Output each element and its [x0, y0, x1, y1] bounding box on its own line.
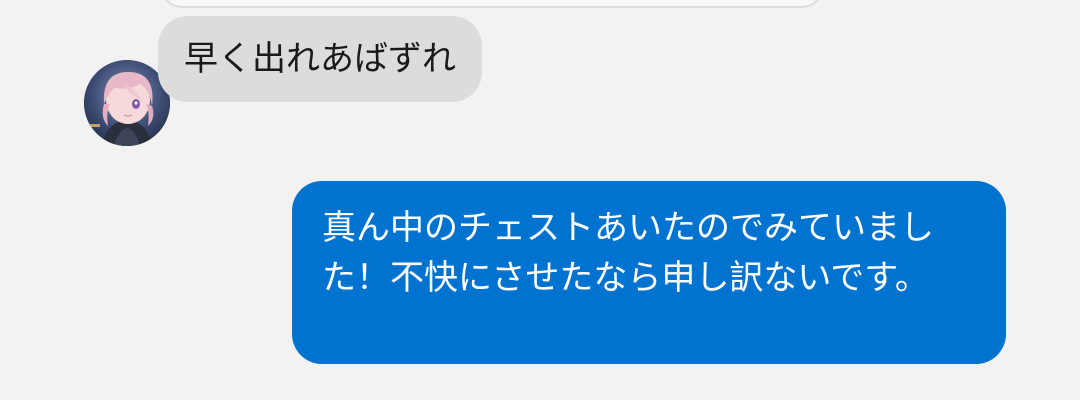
previous-message-bubble[interactable]	[160, 0, 824, 8]
outgoing-message-bubble[interactable]: 真ん中のチェストあいたのでみていました！不快にさせたなら申し訳ないです。	[292, 181, 1006, 364]
incoming-message-bubble[interactable]: 早く出れあばずれ	[158, 16, 482, 102]
chat-thread: 早く出れあばずれ 真ん中のチェストあいたのでみていました！不快にさせたなら申し訳…	[0, 0, 1080, 400]
incoming-message-text: 早く出れあばずれ	[184, 39, 456, 79]
outgoing-message-text: 真ん中のチェストあいたのでみていました！不快にさせたなら申し訳ないです。	[322, 208, 934, 298]
